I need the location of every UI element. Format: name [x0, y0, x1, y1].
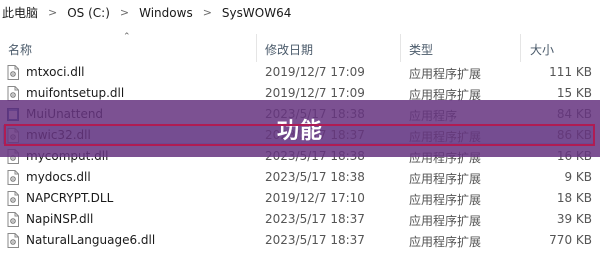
file-modified-date: 2019/12/7 17:09	[265, 65, 365, 79]
file-type: 应用程序扩展	[409, 193, 482, 207]
file-modified-date: 2019/12/7 17:09	[265, 86, 365, 100]
dll-file-icon	[7, 65, 19, 80]
column-header-type[interactable]: 类型	[409, 41, 433, 58]
dll-file-icon	[7, 233, 19, 248]
file-size: 39 KB	[556, 212, 592, 226]
file-modified-date: 2023/5/17 18:37	[265, 233, 365, 247]
file-name: NAPCRYPT.DLL	[26, 191, 114, 205]
breadcrumb-syswow64[interactable]: SysWOW64	[218, 6, 295, 20]
column-header-name[interactable]: 名称	[8, 41, 32, 58]
file-name: NapiNSP.dll	[26, 212, 94, 226]
breadcrumb-os-drive[interactable]: OS (C:)	[63, 6, 114, 20]
file-row[interactable]: mydocs.dll 2023/5/17 18:38 应用程序扩展 9 KB	[0, 167, 600, 188]
file-modified-date: 2019/12/7 17:10	[265, 191, 365, 205]
file-modified-date: 2023/5/17 18:38	[265, 170, 365, 184]
highlight-frame	[4, 124, 595, 146]
file-name: NaturalLanguage6.dll	[26, 233, 156, 247]
file-type: 应用程序扩展	[409, 172, 482, 186]
breadcrumb-this-pc[interactable]: 此电脑	[0, 4, 42, 21]
column-header-row: 名称 修改日期 类型 大小	[0, 34, 600, 62]
column-header-size[interactable]: 大小	[530, 41, 554, 58]
file-size: 18 KB	[556, 191, 592, 205]
dll-file-icon	[7, 212, 19, 227]
file-row[interactable]: NapiNSP.dll 2023/5/17 18:37 应用程序扩展 39 KB	[0, 209, 600, 230]
chevron-right-icon[interactable]: >	[42, 6, 63, 19]
breadcrumb-windows[interactable]: Windows	[135, 6, 197, 20]
chevron-right-icon[interactable]: >	[197, 6, 218, 19]
breadcrumb: 此电脑 > OS (C:) > Windows > SysWOW64	[0, 0, 600, 25]
file-row[interactable]: NAPCRYPT.DLL 2019/12/7 17:10 应用程序扩展 18 KB	[0, 188, 600, 209]
file-row[interactable]: NaturalLanguage6.dll 2023/5/17 18:37 应用程序扩…	[0, 230, 600, 251]
file-size: 770 KB	[549, 233, 592, 247]
dll-file-icon	[7, 191, 19, 206]
file-type: 应用程序扩展	[409, 67, 482, 81]
dll-file-icon	[7, 170, 19, 185]
file-size: 111 KB	[549, 65, 592, 79]
file-name: muifontsetup.dll	[26, 86, 125, 100]
column-header-date[interactable]: 修改日期	[265, 41, 313, 58]
column-divider[interactable]	[256, 34, 257, 62]
dll-file-icon	[7, 86, 19, 101]
file-row[interactable]: mtxoci.dll 2019/12/7 17:09 应用程序扩展 111 KB	[0, 62, 600, 83]
file-modified-date: 2023/5/17 18:37	[265, 212, 365, 226]
file-size: 9 KB	[564, 170, 592, 184]
file-type: 应用程序扩展	[409, 214, 482, 228]
file-type: 应用程序扩展	[409, 235, 482, 249]
file-name: mtxoci.dll	[26, 65, 85, 79]
column-divider[interactable]	[400, 34, 401, 62]
column-divider[interactable]	[520, 34, 521, 62]
chevron-right-icon[interactable]: >	[114, 6, 135, 19]
file-name: mydocs.dll	[26, 170, 91, 184]
file-size: 15 KB	[556, 86, 592, 100]
